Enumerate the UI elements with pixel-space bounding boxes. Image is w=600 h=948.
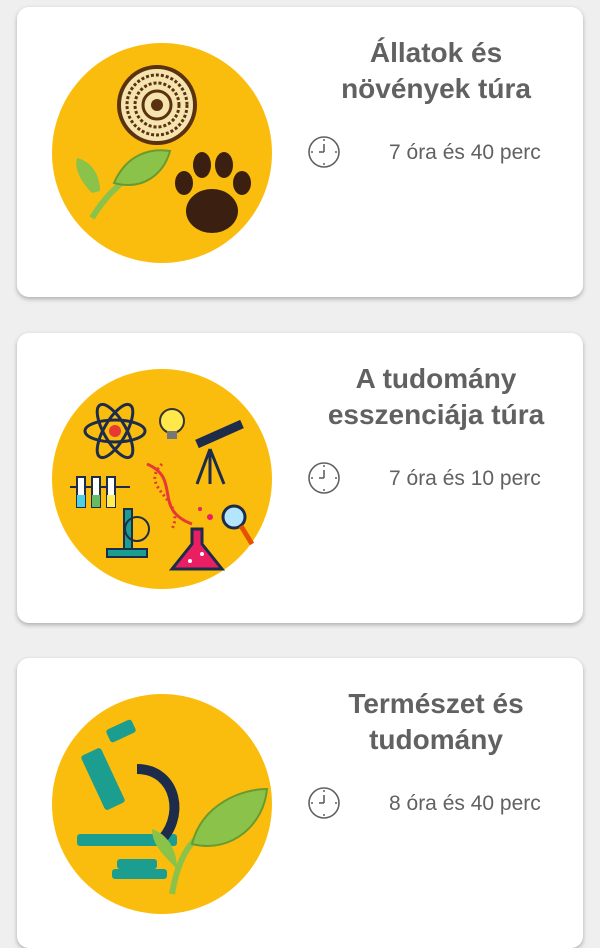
tour-title-line1: A tudomány: [355, 363, 517, 394]
science-essence-illustration: [52, 369, 272, 589]
tour-card-animals-plants[interactable]: Állatok és növények túra 7 óra és 40 per…: [17, 7, 583, 297]
tour-title-line1: Természet és: [348, 688, 524, 719]
nature-science-illustration: [52, 694, 272, 914]
tour-duration: 7 óra és 10 perc: [389, 467, 541, 490]
tour-duration: 8 óra és 40 perc: [389, 792, 541, 815]
tour-title-line1: Állatok és: [369, 37, 503, 68]
clock-icon: [307, 135, 341, 169]
tour-title: Természet és tudomány: [307, 686, 565, 758]
clock-icon: [307, 461, 341, 495]
tour-duration: 7 óra és 40 perc: [389, 141, 541, 164]
tour-card-science-essence[interactable]: A tudomány esszenciája túra 7 óra és 10 …: [17, 333, 583, 623]
tour-title-line2: növények túra: [341, 73, 531, 104]
tour-title: Állatok és növények túra: [307, 35, 565, 107]
clock-icon: [307, 786, 341, 820]
tour-title-line2: esszenciája túra: [327, 399, 545, 430]
tour-title: A tudomány esszenciája túra: [307, 361, 565, 433]
tour-title-line2: tudomány: [369, 724, 503, 755]
tour-card-nature-science[interactable]: Természet és tudomány 8 óra és 40 perc: [17, 658, 583, 948]
animals-plants-illustration: [52, 43, 272, 263]
